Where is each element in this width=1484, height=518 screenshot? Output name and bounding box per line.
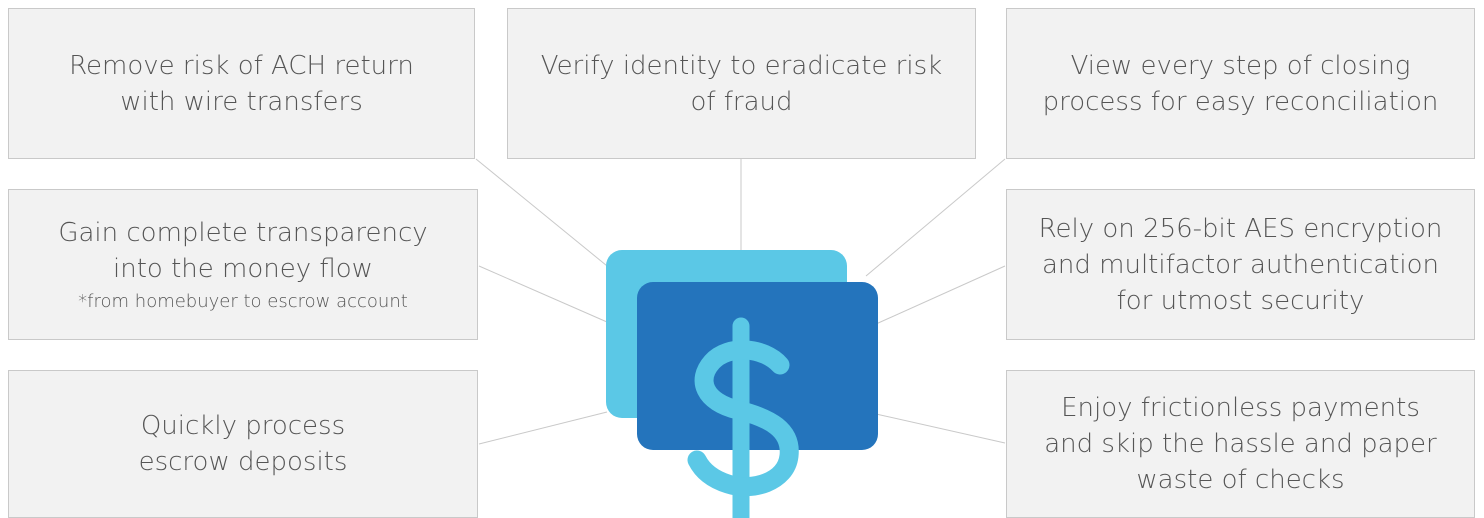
dollar-cards-icon bbox=[606, 250, 878, 518]
